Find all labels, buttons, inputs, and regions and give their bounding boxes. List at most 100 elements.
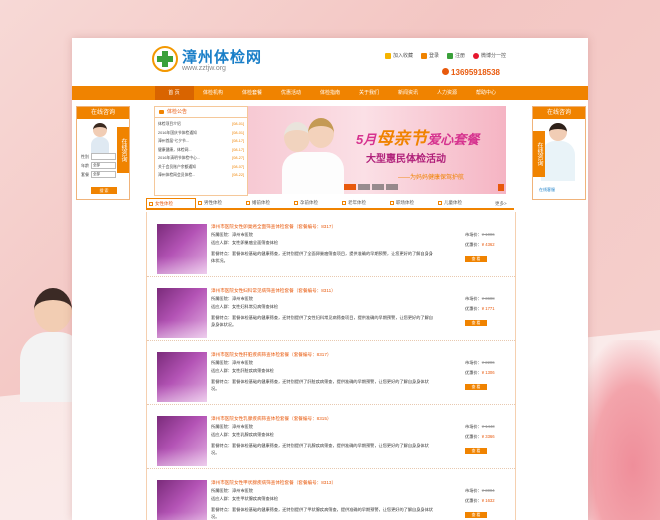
notice-box: 体检公告 体检项目介绍 [08-01] 2016年国庆节体检通知 [08-01] 漳… xyxy=(154,106,248,196)
banner-dot[interactable] xyxy=(344,184,356,190)
discount-price: 优惠价：¥ 4362 xyxy=(465,242,495,247)
view-button[interactable]: 查 看 xyxy=(465,320,487,326)
user-add-icon xyxy=(446,52,453,59)
promo-banner[interactable]: 5月母亲节爱心套餐 大型惠民体检活动 ——为妈妈健康保驾护航 xyxy=(248,106,506,194)
register-link[interactable]: 注册 xyxy=(446,52,465,59)
package-list: 漳州市医院女性卵巢癌全面筛查体检套餐（套餐编号：8317） 所属医院：漳州市医院… xyxy=(146,212,516,520)
tab-female[interactable]: 女性体检 xyxy=(146,198,196,208)
lock-icon xyxy=(420,52,427,59)
login-link[interactable]: 登录 xyxy=(420,52,439,59)
list-item: 漳州市医院女性妇科常见病筛查体检套餐（套餐编号：8311） 所属医院：漳州市医院… xyxy=(147,276,515,341)
list-item: 漳州市医院女性甲状腺疾病筛查体检套餐（套餐编号：8313） 所属医院：漳州市医院… xyxy=(147,468,515,520)
discount-price: 优惠价：¥ 3366 xyxy=(465,434,495,439)
package-hospital: 所属医院：漳州市医院 xyxy=(211,488,253,493)
nav-promotions[interactable]: 优惠活动 xyxy=(272,86,311,100)
tab-prepregnancy[interactable]: 孕前体检 xyxy=(292,198,340,208)
notice-item[interactable]: 健康健康，体检网... [08-17] xyxy=(158,146,244,155)
gender-label: 性别 xyxy=(81,153,89,159)
medical-cross-icon xyxy=(152,46,178,72)
list-item: 漳州市医院女性卵巢癌全面筛查体检套餐（套餐编号：8317） 所属医院：漳州市医院… xyxy=(147,212,515,277)
package-thumbnail[interactable] xyxy=(157,224,207,274)
notice-item[interactable]: 2016年国庆节体检通知 [08-01] xyxy=(158,129,244,138)
nav-institutions[interactable]: 体检机构 xyxy=(194,86,233,100)
nav-help[interactable]: 帮助中心 xyxy=(467,86,506,100)
package-title[interactable]: 漳州市医院女性甲状腺疾病筛查体检套餐（套餐编号：8313） xyxy=(211,480,336,486)
list-item: 漳州市医院女性肝脏疾病筛查体检套餐（套餐编号：8317） 所属医院：漳州市医院 … xyxy=(147,340,515,405)
bookmark-link[interactable]: 加入收藏 xyxy=(384,52,413,59)
tab-children[interactable]: 儿童体检 xyxy=(436,198,484,208)
package-select[interactable]: 全部 xyxy=(91,171,116,178)
banner-dot[interactable] xyxy=(372,184,384,190)
package-desc: 套餐特点：套餐体检基础的健康筛查，还特别提供了乳腺疾病筛查，提供准确的早期预警，… xyxy=(211,443,429,455)
package-title[interactable]: 漳州市医院女性卵巢癌全面筛查体检套餐（套餐编号：8317） xyxy=(211,224,336,230)
package-people: 适应人群：女性卵巢癌全面筛查体检 xyxy=(211,240,279,245)
nurse-avatar xyxy=(91,123,109,153)
online-service-label[interactable]: 在线客服 xyxy=(539,187,555,193)
notice-item[interactable]: 漳州首届“七夕节... [08-17] xyxy=(158,137,244,146)
package-people: 适应人群：女性甲状腺疾病筛查体检 xyxy=(211,496,279,501)
discount-price: 优惠价：¥ 1306 xyxy=(465,370,495,375)
package-thumbnail[interactable] xyxy=(157,480,207,520)
package-thumbnail[interactable] xyxy=(157,288,207,338)
more-link[interactable]: 更多> xyxy=(495,201,507,207)
view-button[interactable]: 查 看 xyxy=(465,512,487,518)
top-links: 加入收藏 登录 注册 微博分一控 xyxy=(384,52,506,59)
consult-title: 在线咨询 xyxy=(77,107,129,119)
nav-home[interactable]: 首 页 xyxy=(154,86,194,100)
package-title[interactable]: 漳州市医院女性肝脏疾病筛查体检套餐（套餐编号：8317） xyxy=(211,352,331,358)
package-hospital: 所属医院：漳州市医院 xyxy=(211,424,253,429)
view-button[interactable]: 查 看 xyxy=(465,448,487,454)
market-price: 市场价：¥ 1006 xyxy=(465,232,495,237)
consult-tab[interactable]: 在线咨询 xyxy=(117,127,129,173)
banner-dot[interactable] xyxy=(386,184,398,190)
notice-item[interactable]: 体检项目介绍 [08-01] xyxy=(158,120,244,129)
category-tabs: 女性体检 男性体检 婚前体检 孕前体检 老年体检 职场体检 儿童体检 xyxy=(146,198,514,210)
nav-packages[interactable]: 体检套餐 xyxy=(233,86,272,100)
package-desc: 套餐特点：套餐体检基础的健康筛查，还特别提供了甲状腺疾病筛查，提供准确的早期预警… xyxy=(211,507,433,519)
nav-news[interactable]: 新闻资讯 xyxy=(389,86,428,100)
package-desc: 套餐特点：套餐体检基础的健康筛查，还特别提供了女性妇科常见病筛查项目，提供准确的… xyxy=(211,315,433,327)
package-title[interactable]: 漳州市医院女性妇科常见病筛查体检套餐（套餐编号：8311） xyxy=(211,288,336,294)
nav-guide[interactable]: 体检指南 xyxy=(311,86,350,100)
logo[interactable]: 漳州体检网 www.zztjw.org xyxy=(152,46,262,72)
banner-dot[interactable] xyxy=(358,184,370,190)
left-consult-widget: 在线咨询 在线咨询 性别 年龄 全部 套餐 全部 搜 索 xyxy=(76,106,130,200)
search-form: 性别 年龄 全部 套餐 全部 xyxy=(81,153,116,180)
notice-item[interactable]: 漳州体检网会员体检... [08-22] xyxy=(158,171,244,180)
tab-elderly[interactable]: 老年体检 xyxy=(340,198,388,208)
view-button[interactable]: 查 看 xyxy=(465,256,487,262)
package-title[interactable]: 漳州市医院女性乳腺疾病筛查体检套餐（套餐编号：8315） xyxy=(211,416,331,422)
site-name: 漳州体检网 xyxy=(182,49,263,66)
notice-item[interactable]: 关于会员账户余额通知 [08-07] xyxy=(158,163,244,172)
package-people: 适应人群：女性乳腺疾病筛查体检 xyxy=(211,432,274,437)
market-price: 市场价：¥ 3004 xyxy=(465,488,495,493)
website-page: 漳州体检网 www.zztjw.org 加入收藏 登录 注册 微博分一控 136… xyxy=(72,38,588,520)
right-consult-widget: 在线咨询 在线咨询 在线客服 xyxy=(532,106,586,200)
tab-premarital[interactable]: 婚前体检 xyxy=(244,198,292,208)
age-select[interactable]: 全部 xyxy=(91,162,116,169)
view-button[interactable]: 查 看 xyxy=(465,384,487,390)
package-thumbnail[interactable] xyxy=(157,416,207,466)
package-thumbnail[interactable] xyxy=(157,352,207,402)
nav-hr[interactable]: 人力资源 xyxy=(428,86,467,100)
consult-tab[interactable]: 在线咨询 xyxy=(533,131,545,177)
banner-tagline: ——为妈妈健康保驾护航 xyxy=(398,175,465,181)
market-price: 市场价：¥ 1443 xyxy=(465,424,495,429)
gender-select[interactable] xyxy=(91,153,116,160)
package-desc: 套餐特点：套餐体检基础的健康筛查，还特别提供了肝脏疾病筛查，提供准确的早期预警，… xyxy=(211,379,429,391)
banner-pager xyxy=(344,184,398,190)
package-hospital: 所属医院：漳州市医院 xyxy=(211,232,253,237)
banner-next-icon[interactable] xyxy=(498,184,504,191)
tab-male[interactable]: 男性体检 xyxy=(196,198,244,208)
discount-price: 优惠价：¥ 1632 xyxy=(465,498,495,503)
nav-about[interactable]: 关于我们 xyxy=(350,86,389,100)
search-button[interactable]: 搜 索 xyxy=(91,187,117,194)
header: 漳州体检网 www.zztjw.org 加入收藏 登录 注册 微博分一控 136… xyxy=(72,38,588,84)
discount-price: 优惠价：¥ 1771 xyxy=(465,306,495,311)
list-item: 漳州市医院女性乳腺疾病筛查体检套餐（套餐编号：8315） 所属医院：漳州市医院 … xyxy=(147,404,515,469)
phone-icon xyxy=(442,68,450,75)
tab-workplace[interactable]: 职场体检 xyxy=(388,198,436,208)
package-label: 套餐 xyxy=(81,171,89,177)
notice-item[interactable]: 2016年清明节体检中心... [08-27] xyxy=(158,154,244,163)
weibo-share-link[interactable]: 微博分一控 xyxy=(472,52,506,59)
